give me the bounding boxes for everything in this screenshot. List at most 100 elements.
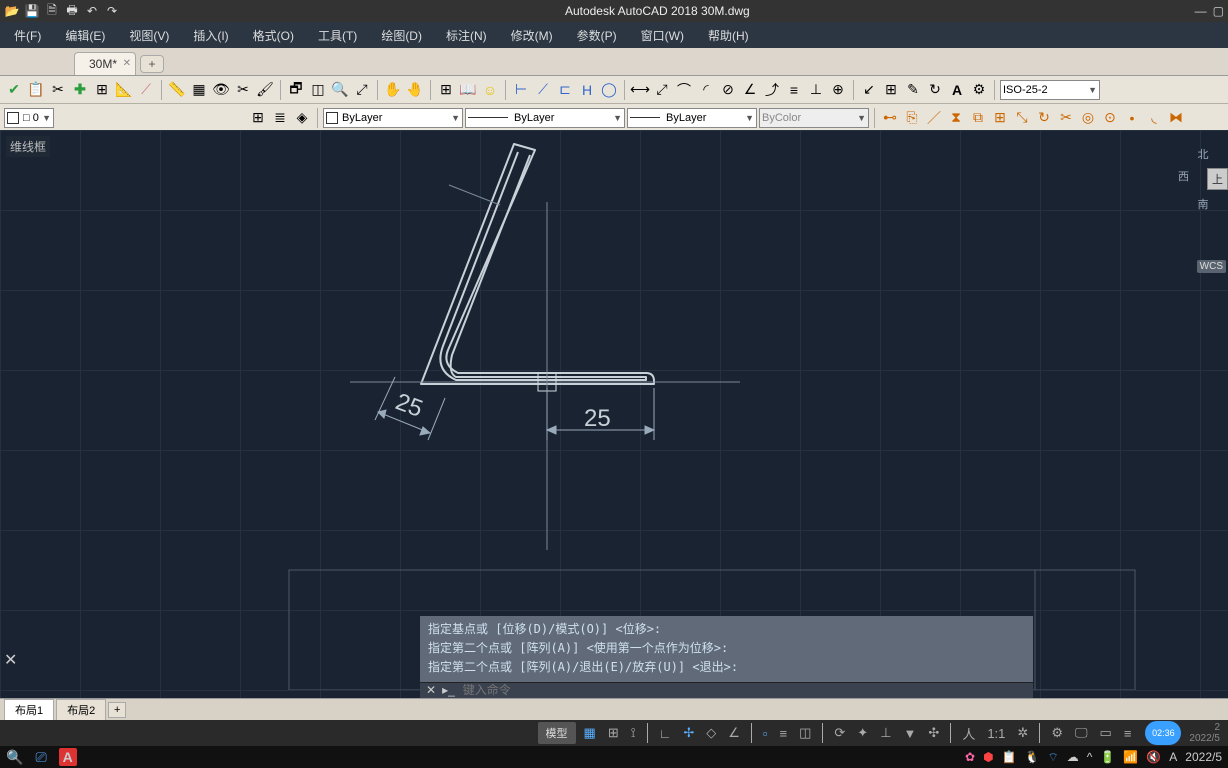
angle-icon[interactable]: 📐 bbox=[114, 80, 134, 100]
open-icon[interactable]: 📂 bbox=[4, 3, 20, 19]
menu-file[interactable]: 件(F) bbox=[2, 23, 53, 48]
ws-switch-icon[interactable]: ⚙ bbox=[1047, 723, 1067, 743]
otrack-toggle-icon[interactable]: ∠ bbox=[724, 723, 744, 743]
modify-circle-icon[interactable]: ◎ bbox=[1078, 108, 1098, 128]
dim-aligned-icon[interactable]: ⟋ bbox=[533, 80, 553, 100]
layerstate-icon[interactable]: ≣ bbox=[270, 108, 290, 128]
clock-badge[interactable]: 02:36 bbox=[1145, 721, 1181, 745]
minimize-icon[interactable]: — bbox=[1195, 4, 1207, 18]
transparency-icon[interactable]: ◫ bbox=[795, 723, 815, 743]
monitor-icon[interactable]: 🖵 bbox=[1071, 723, 1092, 743]
window-icon[interactable]: ⊞ bbox=[92, 80, 112, 100]
grip-icon[interactable]: ✋ bbox=[383, 80, 403, 100]
modify-line-icon[interactable]: ／ bbox=[924, 108, 944, 128]
linetype-dropdown[interactable]: ByLayer▼ bbox=[465, 108, 625, 128]
new-tab-button[interactable]: + bbox=[140, 55, 164, 73]
dyn-ucs-icon[interactable]: ⊥ bbox=[876, 723, 895, 743]
lineweight-dropdown[interactable]: ByLayer▼ bbox=[627, 108, 757, 128]
menu-insert[interactable]: 插入(I) bbox=[181, 23, 240, 48]
plus-icon[interactable]: ✚ bbox=[70, 80, 90, 100]
menu-modify[interactable]: 修改(M) bbox=[499, 23, 565, 48]
dim-aligned2-icon[interactable]: ⤢ bbox=[652, 80, 672, 100]
distance-icon[interactable]: ⟋ bbox=[136, 80, 156, 100]
anno-vis-icon[interactable]: ✲ bbox=[1013, 723, 1032, 743]
leader-icon[interactable]: ↙ bbox=[859, 80, 879, 100]
zoom-window-icon[interactable]: 🔍 bbox=[330, 80, 350, 100]
table-icon[interactable]: ⊞ bbox=[436, 80, 456, 100]
dim-h-icon[interactable]: H bbox=[577, 80, 597, 100]
modify-scale-icon[interactable]: ⤡ bbox=[1012, 108, 1032, 128]
tray-battery-icon[interactable]: 🔋 bbox=[1100, 750, 1115, 764]
ruler-icon[interactable]: 📏 bbox=[167, 80, 187, 100]
tray-app3-icon[interactable]: 📋 bbox=[1002, 750, 1017, 764]
iso-toggle-icon[interactable]: ◇ bbox=[702, 723, 720, 743]
save-icon[interactable]: 💾 bbox=[24, 3, 40, 19]
dim-jog-icon[interactable]: ⤴ bbox=[762, 80, 782, 100]
tray-qq-icon[interactable]: 🐧 bbox=[1025, 750, 1040, 764]
modify-point-icon[interactable]: • bbox=[1122, 108, 1142, 128]
modify-mirror-icon[interactable]: ⧗ bbox=[946, 108, 966, 128]
modify-array-icon[interactable]: ⊞ bbox=[990, 108, 1010, 128]
saveas-icon[interactable]: 🗎 bbox=[44, 3, 60, 19]
undo-icon[interactable]: ↶ bbox=[84, 3, 100, 19]
smiley-icon[interactable]: ☺ bbox=[480, 80, 500, 100]
tray-app2-icon[interactable]: ⬢ bbox=[983, 750, 993, 764]
gizmo-icon[interactable]: ✣ bbox=[924, 723, 943, 743]
dim-edit-icon[interactable]: ✎ bbox=[903, 80, 923, 100]
search-icon[interactable]: 🔍 bbox=[6, 749, 23, 766]
dim-diameter-icon[interactable]: ⊘ bbox=[718, 80, 738, 100]
menu-edit[interactable]: 编辑(E) bbox=[53, 23, 117, 48]
modify-trim-icon[interactable]: ✂ bbox=[1056, 108, 1076, 128]
modify-move-icon[interactable]: ⊷ bbox=[880, 108, 900, 128]
snap-toggle-icon[interactable]: ⊞ bbox=[604, 723, 623, 743]
book-icon[interactable]: 📖 bbox=[458, 80, 478, 100]
tray-wifi-icon[interactable]: 📶 bbox=[1123, 750, 1138, 764]
infsnap-toggle-icon[interactable]: ⟟ bbox=[627, 723, 640, 743]
menu-tools[interactable]: 工具(T) bbox=[306, 23, 369, 48]
3dosnap-icon[interactable]: ✦ bbox=[853, 723, 872, 743]
annoscale-icon[interactable]: 人 bbox=[958, 722, 979, 745]
dim-linear-icon[interactable]: ⊢ bbox=[511, 80, 531, 100]
scissors-icon[interactable]: ✂ bbox=[233, 80, 253, 100]
paste-icon[interactable]: 📋 bbox=[26, 80, 46, 100]
menu-view[interactable]: 视图(V) bbox=[117, 23, 181, 48]
dim-style-icon[interactable]: ⚙ bbox=[969, 80, 989, 100]
autocad-app-icon[interactable]: A bbox=[59, 748, 77, 766]
modify-copy-icon[interactable]: ⎘ bbox=[902, 108, 922, 128]
pan-icon[interactable]: 🤚 bbox=[405, 80, 425, 100]
menu-dimension[interactable]: 标注(N) bbox=[434, 23, 499, 48]
dim-angle-icon[interactable]: ∠ bbox=[740, 80, 760, 100]
command-input-field[interactable] bbox=[463, 683, 1027, 697]
modify-fillet-icon[interactable]: ◟ bbox=[1144, 108, 1164, 128]
print-icon[interactable]: 🖶 bbox=[64, 3, 80, 19]
layout-add-button[interactable]: + bbox=[108, 702, 126, 718]
custom-icon[interactable]: ≡ bbox=[1120, 724, 1136, 743]
dim-baseline-icon[interactable]: ≡ bbox=[784, 80, 804, 100]
text-a-icon[interactable]: A bbox=[947, 80, 967, 100]
tray-ime-icon[interactable]: A bbox=[1169, 750, 1177, 764]
cycle-icon[interactable]: ⟳ bbox=[830, 723, 849, 743]
layerprops-icon[interactable]: ⊞ bbox=[248, 108, 268, 128]
dim-center-icon[interactable]: ⊕ bbox=[828, 80, 848, 100]
modify-rotate-icon[interactable]: ↻ bbox=[1034, 108, 1054, 128]
dim-radius-icon[interactable]: ◜ bbox=[696, 80, 716, 100]
tray-cloud-icon[interactable]: ☁ bbox=[1067, 750, 1079, 764]
ortho-toggle-icon[interactable]: ∟ bbox=[655, 724, 676, 743]
close-tab-icon[interactable]: ✕ bbox=[123, 58, 131, 69]
command-tool-icon[interactable]: ▸_ bbox=[442, 683, 455, 697]
dim-o-icon[interactable]: ◯ bbox=[599, 80, 619, 100]
xref-icon[interactable]: 🗗 bbox=[286, 80, 306, 100]
dim-continue-icon[interactable]: ⊏ bbox=[555, 80, 575, 100]
polar-toggle-icon[interactable]: ✢ bbox=[679, 723, 698, 743]
menu-parametric[interactable]: 参数(P) bbox=[565, 23, 629, 48]
tray-overflow-icon[interactable]: ^ bbox=[1087, 750, 1093, 764]
menu-window[interactable]: 窗口(W) bbox=[629, 23, 696, 48]
paintbrush-icon[interactable]: 🖌 bbox=[255, 80, 275, 100]
layout-tab-1[interactable]: 布局1 bbox=[4, 699, 54, 721]
menu-draw[interactable]: 绘图(D) bbox=[369, 23, 434, 48]
menu-help[interactable]: 帮助(H) bbox=[696, 23, 761, 48]
dim-ord-icon[interactable]: ⊥ bbox=[806, 80, 826, 100]
clean-screen-icon[interactable]: ▭ bbox=[1096, 723, 1116, 743]
osnap-toggle-icon[interactable]: ▫ bbox=[759, 724, 772, 743]
modify-target-icon[interactable]: ⊙ bbox=[1100, 108, 1120, 128]
